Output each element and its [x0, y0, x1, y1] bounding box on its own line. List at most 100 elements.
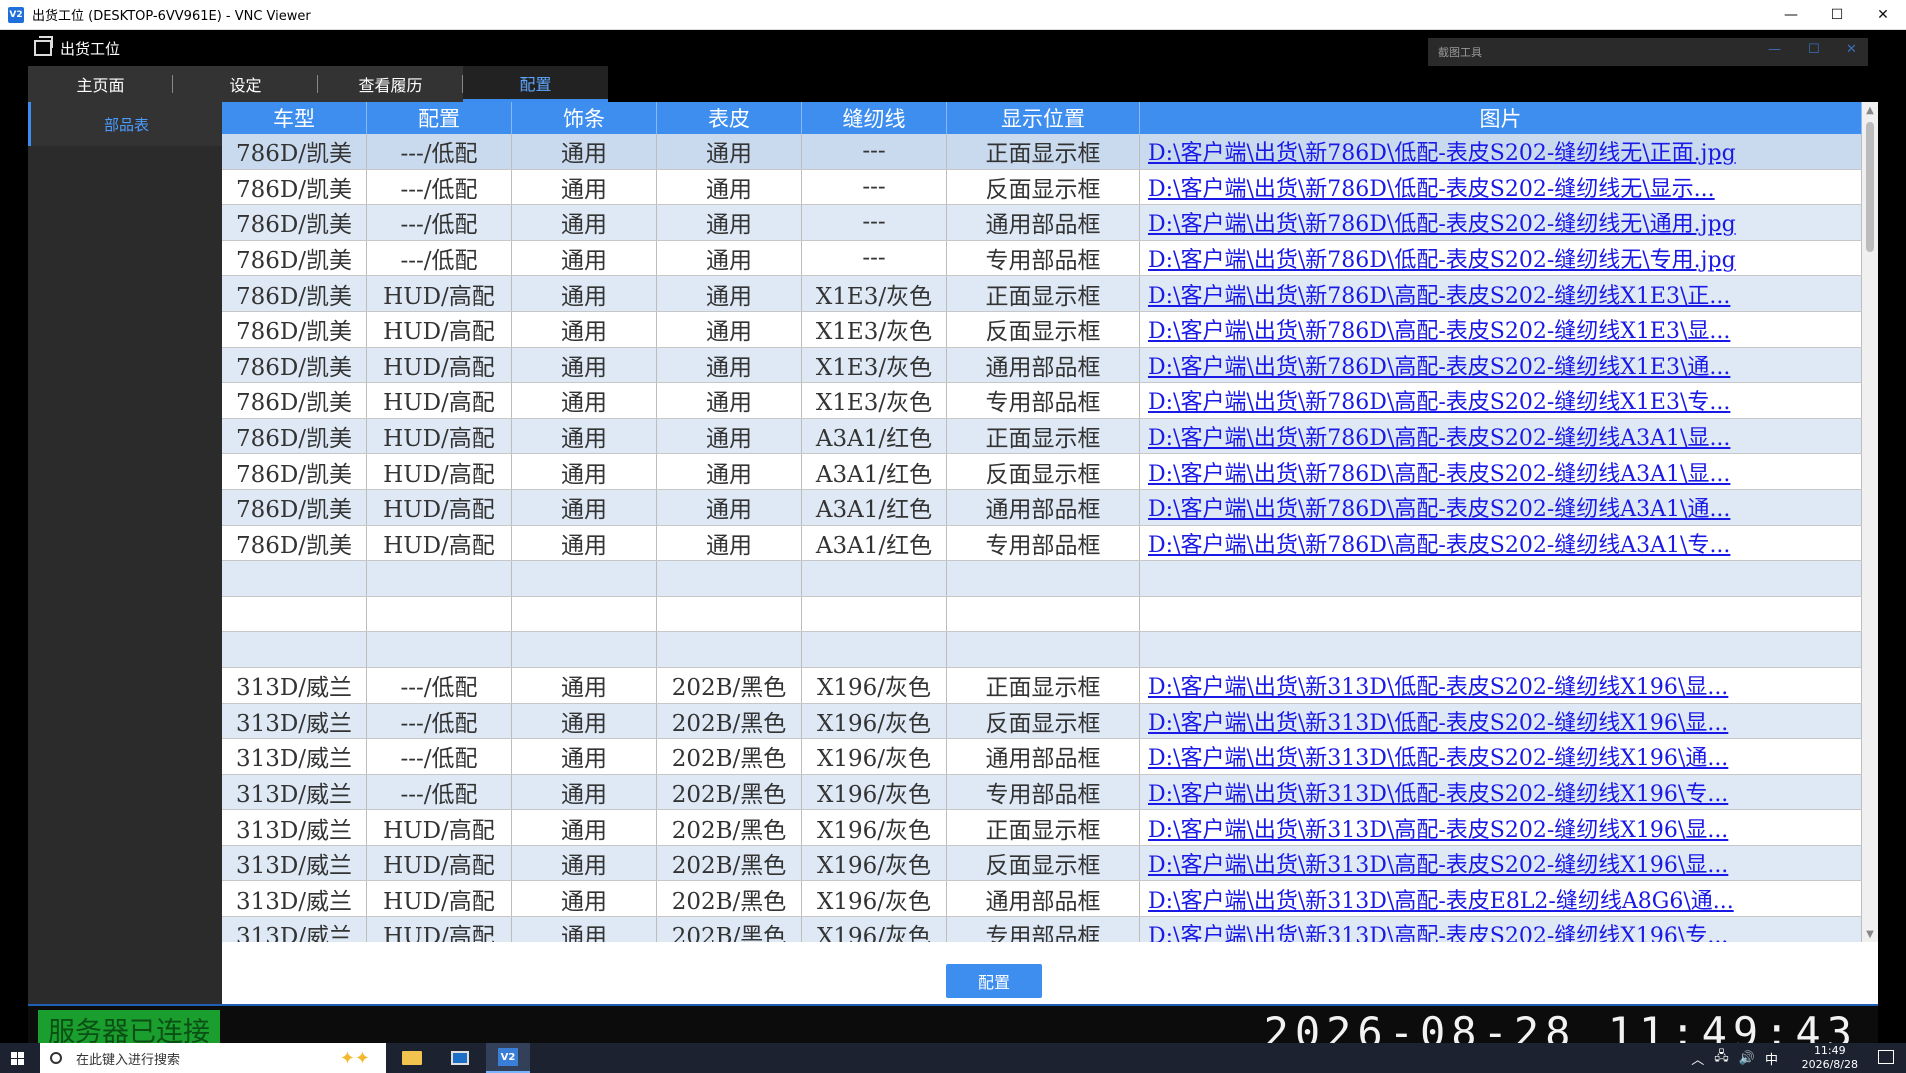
cell-car-model: 786D/凯美 — [222, 311, 367, 347]
config-button[interactable]: 配置 — [946, 964, 1042, 998]
cell-image-path[interactable]: D:\客户端\出货\新786D\高配-表皮S202-缝纫线X1E3\显... — [1140, 311, 1862, 347]
table-row[interactable]: 786D/凯美 HUD/高配 通用 通用 A3A1/红色 专用部品框 D:\客户端\出货\新… — [222, 525, 1862, 562]
chevron-up-icon[interactable]: ︿ — [1691, 1049, 1704, 1068]
cell-image-path[interactable] — [1140, 632, 1862, 667]
sidebar-item-parts-table[interactable]: 部品表 — [28, 102, 222, 146]
tab-config[interactable]: 配置 — [463, 66, 608, 102]
table-row[interactable]: 786D/凯美 HUD/高配 通用 通用 X1E3/灰色 专用部品框 D:\客户端\出货\新… — [222, 383, 1862, 419]
cell-configuration: HUD/高配 — [367, 454, 512, 489]
close-button[interactable]: ✕ — [1860, 0, 1906, 30]
table-row[interactable] — [222, 561, 1862, 597]
taskbar-file-explorer[interactable] — [390, 1043, 434, 1073]
column-header-display-position[interactable]: 显示位置 — [947, 102, 1140, 134]
tab-settings[interactable]: 设定 — [173, 66, 318, 102]
table-row[interactable]: 786D/凯美 HUD/高配 通用 通用 X1E3/灰色 通用部品框 D:\客户端\出货\新… — [222, 347, 1862, 384]
cell-image-path[interactable]: D:\客户端\出货\新313D\高配-表皮S202-缝纫线X196\显... — [1140, 810, 1862, 845]
cell-image-path[interactable]: D:\客户端\出货\新313D\高配-表皮S202-缝纫线X196\专... — [1140, 917, 1862, 942]
table-row[interactable]: 313D/威兰 ---/低配 通用 202B/黑色 X196/灰色 正面显示框 D:\客户端… — [222, 667, 1862, 704]
table-row[interactable]: 786D/凯美 HUD/高配 通用 通用 A3A1/红色 正面显示框 D:\客户端\出货\新… — [222, 418, 1862, 455]
tab-main-page[interactable]: 主页面 — [28, 66, 173, 102]
cell-image-path[interactable]: D:\客户端\出货\新786D\高配-表皮S202-缝纫线X1E3\正... — [1140, 276, 1862, 311]
start-button[interactable] — [0, 1043, 34, 1073]
table-scrollbar[interactable]: ▲ ▼ — [1862, 102, 1878, 942]
table-row[interactable]: 786D/凯美 HUD/高配 通用 通用 X1E3/灰色 反面显示框 D:\客户端\出货\新… — [222, 311, 1862, 348]
maximize-button[interactable]: ☐ — [1814, 0, 1860, 30]
screenshot-tool-minimize-button[interactable]: — — [1768, 42, 1781, 57]
cell-image-path[interactable]: D:\客户端\出货\新313D\低配-表皮S202-缝纫线X196\显... — [1140, 703, 1862, 739]
column-header-image[interactable]: 图片 — [1140, 102, 1862, 134]
column-header-car-model[interactable]: 车型 — [222, 102, 367, 134]
cell-image-path[interactable] — [1140, 596, 1862, 632]
cell-image-path[interactable]: D:\客户端\出货\新786D\高配-表皮S202-缝纫线A3A1\显... — [1140, 418, 1862, 454]
cell-display-position: 专用部品框 — [947, 525, 1140, 561]
table-row[interactable]: 786D/凯美 HUD/高配 通用 通用 A3A1/红色 反面显示框 D:\客户端\出货\新… — [222, 454, 1862, 490]
cell-image-path[interactable]: D:\客户端\出货\新313D\低配-表皮S202-缝纫线X196\显... — [1140, 667, 1862, 703]
scroll-up-icon[interactable]: ▲ — [1862, 102, 1878, 118]
cell-thread: --- — [802, 134, 947, 169]
scrollbar-thumb[interactable] — [1866, 122, 1874, 252]
table-row[interactable]: 313D/威兰 ---/低配 通用 202B/黑色 X196/灰色 通用部品框 D:\客户端… — [222, 739, 1862, 775]
cell-image-path[interactable]: D:\客户端\出货\新786D\高配-表皮S202-缝纫线A3A1\通... — [1140, 489, 1862, 525]
volume-icon[interactable]: 🔊 — [1739, 1051, 1755, 1066]
table-row[interactable]: 313D/威兰 HUD/高配 通用 202B/黑色 X196/灰色 正面显示框 D:\客户端… — [222, 810, 1862, 846]
cell-image-path[interactable]: D:\客户端\出货\新786D\高配-表皮S202-缝纫线X1E3\通... — [1140, 347, 1862, 383]
nav-tabs: 主页面 设定 查看履历 配置 — [28, 66, 608, 102]
table-row[interactable]: 786D/凯美 ---/低配 通用 通用 --- 专用部品框 D:\客户端\出货\新786D… — [222, 240, 1862, 277]
cell-display-position: 正面显示框 — [947, 667, 1140, 703]
taskbar-app-window[interactable] — [438, 1043, 482, 1073]
cell-skin: 通用 — [657, 418, 802, 454]
table-row[interactable]: 313D/威兰 HUD/高配 通用 202B/黑色 X196/灰色 反面显示框 D:\客户端… — [222, 845, 1862, 882]
cell-image-path[interactable]: D:\客户端\出货\新786D\高配-表皮S202-缝纫线X1E3\专... — [1140, 383, 1862, 418]
cell-image-path[interactable]: D:\客户端\出货\新313D\低配-表皮S202-缝纫线X196\专... — [1140, 774, 1862, 810]
minimize-button[interactable]: — — [1768, 0, 1814, 30]
column-header-configuration[interactable]: 配置 — [367, 102, 512, 134]
table-row[interactable]: 786D/凯美 ---/低配 通用 通用 --- 反面显示框 D:\客户端\出货\新786D… — [222, 169, 1862, 206]
cell-image-path[interactable]: D:\客户端\出货\新313D\高配-表皮S202-缝纫线X196\显... — [1140, 845, 1862, 881]
cell-image-path[interactable]: D:\客户端\出货\新786D\低配-表皮S202-缝纫线无\显示... — [1140, 169, 1862, 205]
cell-image-path[interactable]: D:\客户端\出货\新786D\低配-表皮S202-缝纫线无\正面.jpg — [1140, 134, 1862, 169]
cell-thread: X196/灰色 — [802, 739, 947, 774]
network-icon[interactable]: 🖧 — [1714, 1047, 1729, 1069]
cell-image-path[interactable]: D:\客户端\出货\新786D\低配-表皮S202-缝纫线无\通用.jpg — [1140, 205, 1862, 240]
cell-trim: 通用 — [512, 845, 657, 881]
cell-thread: X1E3/灰色 — [802, 383, 947, 418]
table-row[interactable]: 786D/凯美 ---/低配 通用 通用 --- 通用部品框 D:\客户端\出货\新786D… — [222, 205, 1862, 241]
cell-image-path[interactable]: D:\客户端\出货\新313D\高配-表皮E8L2-缝纫线A8G6\通... — [1140, 881, 1862, 917]
taskbar-vnc-viewer[interactable]: V2 — [486, 1043, 530, 1073]
table-row[interactable] — [222, 596, 1862, 633]
table-row[interactable] — [222, 632, 1862, 668]
table-row[interactable]: 313D/威兰 HUD/高配 通用 202B/黑色 X196/灰色 专用部品框 D:\客户端… — [222, 917, 1862, 942]
table-row[interactable]: 786D/凯美 HUD/高配 通用 通用 X1E3/灰色 正面显示框 D:\客户端\出货\新… — [222, 276, 1862, 312]
cell-trim — [512, 561, 657, 596]
table-row[interactable]: 313D/威兰 HUD/高配 通用 202B/黑色 X196/灰色 通用部品框 D:\客户端… — [222, 881, 1862, 918]
tab-history[interactable]: 查看履历 — [318, 66, 463, 102]
taskbar-search-input[interactable]: 在此键入进行搜索 ✦✦ — [40, 1043, 386, 1073]
ime-indicator[interactable]: 中 — [1765, 1049, 1778, 1068]
cell-skin: 通用 — [657, 240, 802, 276]
cell-car-model: 786D/凯美 — [222, 169, 367, 205]
cell-image-path[interactable]: D:\客户端\出货\新786D\低配-表皮S202-缝纫线无\专用.jpg — [1140, 240, 1862, 276]
screenshot-tool-maximize-button[interactable]: ☐ — [1808, 42, 1820, 57]
taskbar-clock[interactable]: 11:49 2026/8/28 — [1802, 1044, 1858, 1072]
screenshot-tool-close-button[interactable]: ✕ — [1846, 42, 1857, 57]
screenshot-tool-window[interactable]: 截图工具 — ☐ ✕ — [1428, 38, 1868, 66]
table-row[interactable]: 313D/威兰 ---/低配 通用 202B/黑色 X196/灰色 反面显示框 D:\客户端… — [222, 703, 1862, 740]
cell-image-path[interactable] — [1140, 561, 1862, 596]
cell-image-path[interactable]: D:\客户端\出货\新786D\高配-表皮S202-缝纫线A3A1\显... — [1140, 454, 1862, 489]
cell-configuration: ---/低配 — [367, 240, 512, 276]
notification-icon[interactable] — [1878, 1050, 1894, 1064]
table-row[interactable]: 786D/凯美 ---/低配 通用 通用 --- 正面显示框 D:\客户端\出货\新786D… — [222, 134, 1862, 170]
cell-image-path[interactable]: D:\客户端\出货\新786D\高配-表皮S202-缝纫线A3A1\专... — [1140, 525, 1862, 561]
cell-thread: X1E3/灰色 — [802, 311, 947, 347]
cell-image-path[interactable]: D:\客户端\出货\新313D\低配-表皮S202-缝纫线X196\通... — [1140, 739, 1862, 774]
cell-thread — [802, 561, 947, 596]
column-header-thread[interactable]: 缝纫线 — [802, 102, 947, 134]
table-row[interactable]: 786D/凯美 HUD/高配 通用 通用 A3A1/红色 通用部品框 D:\客户端\出货\新… — [222, 489, 1862, 526]
taskbar-date: 2026/8/28 — [1801, 1058, 1858, 1071]
column-header-skin[interactable]: 表皮 — [657, 102, 802, 134]
cell-skin: 通用 — [657, 276, 802, 311]
column-header-trim[interactable]: 饰条 — [512, 102, 657, 134]
cell-display-position: 专用部品框 — [947, 774, 1140, 810]
scroll-down-icon[interactable]: ▼ — [1862, 926, 1878, 942]
table-row[interactable]: 313D/威兰 ---/低配 通用 202B/黑色 X196/灰色 专用部品框 D:\客户端… — [222, 774, 1862, 811]
